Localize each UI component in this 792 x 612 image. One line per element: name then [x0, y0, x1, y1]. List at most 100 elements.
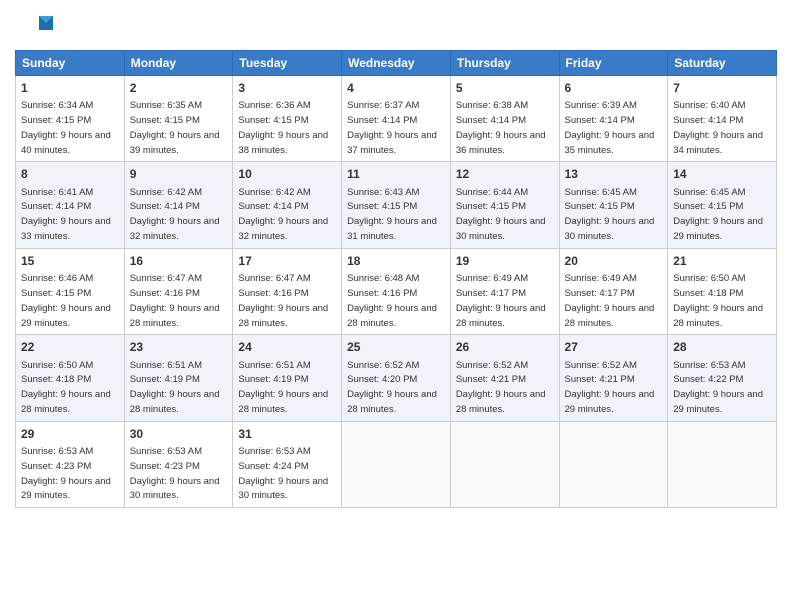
calendar-cell: 30Sunrise: 6:53 AMSunset: 4:23 PMDayligh…	[124, 421, 233, 507]
day-of-week-header: Monday	[124, 51, 233, 76]
day-number: 27	[565, 339, 663, 355]
calendar-body: 1 Sunrise: 6:34 AMSunset: 4:15 PMDaylight…	[16, 76, 777, 508]
day-number: 25	[347, 339, 445, 355]
calendar-cell: 24Sunrise: 6:51 AMSunset: 4:19 PMDayligh…	[233, 335, 342, 421]
calendar-cell: 21 Sunrise: 6:50 AMSunset: 4:18 PMDayligh…	[668, 248, 777, 334]
calendar-cell: 1 Sunrise: 6:34 AMSunset: 4:15 PMDaylight…	[16, 76, 125, 162]
day-number: 9	[130, 166, 228, 182]
calendar-cell	[559, 421, 668, 507]
day-number: 30	[130, 426, 228, 442]
calendar-cell: 6Sunrise: 6:39 AMSunset: 4:14 PMDaylight…	[559, 76, 668, 162]
day-info: Sunrise: 6:45 AMSunset: 4:15 PMDaylight:…	[565, 187, 655, 242]
logo-icon	[15, 10, 53, 42]
day-info: Sunrise: 6:44 AMSunset: 4:15 PMDaylight:…	[456, 187, 546, 242]
day-info: Sunrise: 6:38 AMSunset: 4:14 PMDaylight:…	[456, 100, 546, 155]
day-info: Sunrise: 6:42 AMSunset: 4:14 PMDaylight:…	[238, 187, 328, 242]
calendar-table: SundayMondayTuesdayWednesdayThursdayFrid…	[15, 50, 777, 508]
calendar-cell: 9 Sunrise: 6:42 AMSunset: 4:14 PMDaylight…	[124, 162, 233, 248]
day-of-week-header: Thursday	[450, 51, 559, 76]
calendar-week-row: 8 Sunrise: 6:41 AMSunset: 4:14 PMDaylight…	[16, 162, 777, 248]
calendar-cell: 11 Sunrise: 6:43 AMSunset: 4:15 PMDayligh…	[342, 162, 451, 248]
day-of-week-header: Wednesday	[342, 51, 451, 76]
day-info: Sunrise: 6:47 AMSunset: 4:16 PMDaylight:…	[238, 273, 328, 328]
calendar-week-row: 15Sunrise: 6:46 AMSunset: 4:15 PMDayligh…	[16, 248, 777, 334]
calendar-cell: 18Sunrise: 6:48 AMSunset: 4:16 PMDayligh…	[342, 248, 451, 334]
calendar-cell: 20 Sunrise: 6:49 AMSunset: 4:17 PMDayligh…	[559, 248, 668, 334]
calendar-cell: 14 Sunrise: 6:45 AMSunset: 4:15 PMDayligh…	[668, 162, 777, 248]
calendar-cell	[668, 421, 777, 507]
day-info: Sunrise: 6:47 AMSunset: 4:16 PMDaylight:…	[130, 273, 220, 328]
day-number: 14	[673, 166, 771, 182]
calendar-cell: 16 Sunrise: 6:47 AMSunset: 4:16 PMDayligh…	[124, 248, 233, 334]
logo	[15, 10, 57, 42]
day-info: Sunrise: 6:52 AMSunset: 4:21 PMDaylight:…	[565, 360, 655, 415]
calendar-cell: 28 Sunrise: 6:53 AMSunset: 4:22 PMDayligh…	[668, 335, 777, 421]
page-container: SundayMondayTuesdayWednesdayThursdayFrid…	[0, 0, 792, 513]
day-number: 11	[347, 166, 445, 182]
day-number: 12	[456, 166, 554, 182]
calendar-cell: 26 Sunrise: 6:52 AMSunset: 4:21 PMDayligh…	[450, 335, 559, 421]
day-number: 2	[130, 80, 228, 96]
calendar-cell: 31Sunrise: 6:53 AMSunset: 4:24 PMDayligh…	[233, 421, 342, 507]
day-number: 5	[456, 80, 554, 96]
day-number: 6	[565, 80, 663, 96]
day-info: Sunrise: 6:35 AMSunset: 4:15 PMDaylight:…	[130, 100, 220, 155]
day-info: Sunrise: 6:50 AMSunset: 4:18 PMDaylight:…	[21, 360, 111, 415]
calendar-week-row: 1 Sunrise: 6:34 AMSunset: 4:15 PMDaylight…	[16, 76, 777, 162]
day-info: Sunrise: 6:50 AMSunset: 4:18 PMDaylight:…	[673, 273, 763, 328]
day-number: 16	[130, 253, 228, 269]
day-number: 31	[238, 426, 336, 442]
day-info: Sunrise: 6:49 AMSunset: 4:17 PMDaylight:…	[456, 273, 546, 328]
day-number: 4	[347, 80, 445, 96]
day-number: 28	[673, 339, 771, 355]
calendar-cell: 15Sunrise: 6:46 AMSunset: 4:15 PMDayligh…	[16, 248, 125, 334]
calendar-cell	[342, 421, 451, 507]
day-info: Sunrise: 6:43 AMSunset: 4:15 PMDaylight:…	[347, 187, 437, 242]
day-of-week-header: Friday	[559, 51, 668, 76]
day-info: Sunrise: 6:48 AMSunset: 4:16 PMDaylight:…	[347, 273, 437, 328]
day-info: Sunrise: 6:51 AMSunset: 4:19 PMDaylight:…	[130, 360, 220, 415]
calendar-cell: 22 Sunrise: 6:50 AMSunset: 4:18 PMDayligh…	[16, 335, 125, 421]
day-info: Sunrise: 6:42 AMSunset: 4:14 PMDaylight:…	[130, 187, 220, 242]
calendar-cell: 27 Sunrise: 6:52 AMSunset: 4:21 PMDayligh…	[559, 335, 668, 421]
calendar-header-row: SundayMondayTuesdayWednesdayThursdayFrid…	[16, 51, 777, 76]
day-info: Sunrise: 6:40 AMSunset: 4:14 PMDaylight:…	[673, 100, 763, 155]
calendar-cell: 29Sunrise: 6:53 AMSunset: 4:23 PMDayligh…	[16, 421, 125, 507]
day-of-week-header: Sunday	[16, 51, 125, 76]
day-number: 23	[130, 339, 228, 355]
calendar-cell: 5 Sunrise: 6:38 AMSunset: 4:14 PMDaylight…	[450, 76, 559, 162]
day-info: Sunrise: 6:53 AMSunset: 4:22 PMDaylight:…	[673, 360, 763, 415]
day-number: 15	[21, 253, 119, 269]
calendar-cell: 2 Sunrise: 6:35 AMSunset: 4:15 PMDaylight…	[124, 76, 233, 162]
day-number: 20	[565, 253, 663, 269]
header	[15, 10, 777, 42]
day-number: 21	[673, 253, 771, 269]
day-of-week-header: Saturday	[668, 51, 777, 76]
day-number: 1	[21, 80, 119, 96]
day-number: 8	[21, 166, 119, 182]
calendar-cell: 13 Sunrise: 6:45 AMSunset: 4:15 PMDayligh…	[559, 162, 668, 248]
day-number: 3	[238, 80, 336, 96]
calendar-cell: 8 Sunrise: 6:41 AMSunset: 4:14 PMDaylight…	[16, 162, 125, 248]
day-info: Sunrise: 6:34 AMSunset: 4:15 PMDaylight:…	[21, 100, 111, 155]
day-info: Sunrise: 6:49 AMSunset: 4:17 PMDaylight:…	[565, 273, 655, 328]
calendar-week-row: 22 Sunrise: 6:50 AMSunset: 4:18 PMDayligh…	[16, 335, 777, 421]
day-number: 13	[565, 166, 663, 182]
day-number: 10	[238, 166, 336, 182]
day-info: Sunrise: 6:52 AMSunset: 4:20 PMDaylight:…	[347, 360, 437, 415]
day-info: Sunrise: 6:41 AMSunset: 4:14 PMDaylight:…	[21, 187, 111, 242]
day-number: 22	[21, 339, 119, 355]
day-number: 26	[456, 339, 554, 355]
day-info: Sunrise: 6:37 AMSunset: 4:14 PMDaylight:…	[347, 100, 437, 155]
calendar-cell: 23 Sunrise: 6:51 AMSunset: 4:19 PMDayligh…	[124, 335, 233, 421]
day-of-week-header: Tuesday	[233, 51, 342, 76]
day-info: Sunrise: 6:36 AMSunset: 4:15 PMDaylight:…	[238, 100, 328, 155]
calendar-cell	[450, 421, 559, 507]
day-info: Sunrise: 6:51 AMSunset: 4:19 PMDaylight:…	[238, 360, 328, 415]
day-info: Sunrise: 6:53 AMSunset: 4:23 PMDaylight:…	[21, 446, 111, 501]
day-info: Sunrise: 6:45 AMSunset: 4:15 PMDaylight:…	[673, 187, 763, 242]
day-number: 7	[673, 80, 771, 96]
day-info: Sunrise: 6:52 AMSunset: 4:21 PMDaylight:…	[456, 360, 546, 415]
calendar-cell: 7 Sunrise: 6:40 AMSunset: 4:14 PMDaylight…	[668, 76, 777, 162]
day-number: 17	[238, 253, 336, 269]
